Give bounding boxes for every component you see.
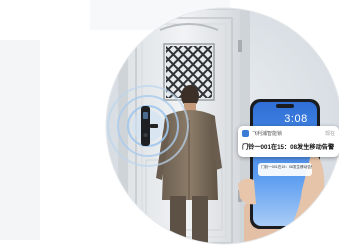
- notification-header: 飞利浦智能锁 现在: [242, 129, 335, 138]
- phone-clock: 3:08: [284, 113, 308, 125]
- notification-time: 现在: [324, 131, 335, 137]
- notification-app-name: 飞利浦智能锁: [252, 131, 283, 137]
- phone-mini-notification: 门铃一001在15：08发生移动告警: [258, 163, 312, 176]
- app-logo-icon: [242, 130, 249, 137]
- notification-card[interactable]: 飞利浦智能锁 现在 门铃一001在15：08发生移动告警: [238, 126, 339, 157]
- notification-message: 门铃一001在15：08发生移动告警: [242, 144, 335, 151]
